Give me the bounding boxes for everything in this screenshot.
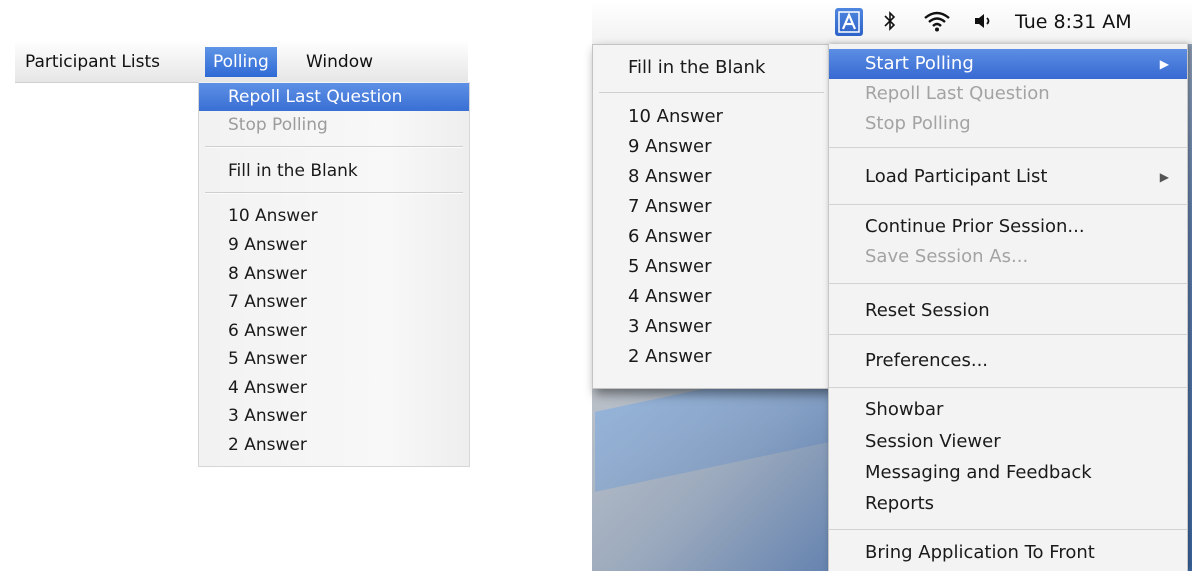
menu-separator [599, 92, 824, 93]
submenu-item-answer-4[interactable]: 4 Answer [593, 283, 830, 311]
menu-separator [205, 146, 463, 148]
menu-separator [829, 283, 1187, 284]
submenu-item-answer-10[interactable]: 10 Answer [593, 103, 830, 131]
menu-item-fill-in-the-blank[interactable]: Fill in the Blank [199, 157, 469, 185]
menu-item-answer-2[interactable]: 2 Answer [199, 431, 469, 459]
menu-item-save-session-as: Save Session As... [865, 246, 1029, 267]
app-status-icon[interactable] [835, 8, 863, 36]
submenu-item-answer-8[interactable]: 8 Answer [593, 163, 830, 191]
submenu-item-answer-2[interactable]: 2 Answer [593, 343, 830, 371]
menubar-clock[interactable]: Tue 8:31 AM [1015, 7, 1132, 37]
submenu-item-answer-9[interactable]: 9 Answer [593, 133, 830, 161]
submenu-arrow-icon: ▶ [1159, 57, 1169, 71]
app-status-menu: Start Polling ▶ Repoll Last Question Sto… [828, 44, 1188, 571]
menu-item-answer-7[interactable]: 7 Answer [199, 288, 469, 316]
menu-item-answer-10[interactable]: 10 Answer [199, 202, 469, 230]
menu-item-start-polling[interactable]: Start Polling ▶ [829, 49, 1187, 79]
status-menubar: Tue 8:31 AM [592, 0, 1192, 44]
menu-separator [829, 147, 1187, 148]
start-polling-submenu: Fill in the Blank 10 Answer 9 Answer 8 A… [592, 44, 831, 389]
menu-separator [829, 334, 1187, 335]
app-letter-icon [838, 11, 860, 33]
submenu-item-answer-6[interactable]: 6 Answer [593, 223, 830, 251]
menu-item-load-participant-list[interactable]: Load Participant List ▶ [829, 162, 1187, 192]
menu-item-messaging-and-feedback[interactable]: Messaging and Feedback [829, 458, 1187, 488]
submenu-item-answer-5[interactable]: 5 Answer [593, 253, 830, 281]
menu-item-reset-session[interactable]: Reset Session [829, 296, 1187, 326]
menu-item-stop-polling: Stop Polling [228, 115, 328, 135]
menu-item-session-viewer[interactable]: Session Viewer [829, 427, 1187, 457]
menu-item-answer-8[interactable]: 8 Answer [199, 260, 469, 288]
menu-item-label: Load Participant List [865, 166, 1048, 187]
submenu-item-fill-in-the-blank[interactable]: Fill in the Blank [593, 54, 830, 82]
menu-separator [205, 192, 463, 194]
menu-item-answer-4[interactable]: 4 Answer [199, 374, 469, 402]
submenu-item-answer-3[interactable]: 3 Answer [593, 313, 830, 341]
volume-icon[interactable] [972, 6, 996, 36]
menu-item-answer-9[interactable]: 9 Answer [199, 231, 469, 259]
menu-separator [829, 204, 1187, 205]
bluetooth-icon[interactable] [882, 6, 898, 36]
menu-item-answer-3[interactable]: 3 Answer [199, 402, 469, 430]
menu-item-showbar[interactable]: Showbar [829, 395, 1187, 425]
menu-item-label: Start Polling [865, 53, 974, 74]
menubar-item-participant-lists[interactable]: Participant Lists [17, 47, 168, 77]
menu-item-stop-polling: Stop Polling [865, 113, 971, 134]
menubar-item-window[interactable]: Window [298, 47, 381, 77]
menu-separator [829, 387, 1187, 388]
menu-item-continue-prior-session[interactable]: Continue Prior Session... [829, 212, 1187, 242]
menubar-item-polling[interactable]: Polling [205, 47, 277, 77]
polling-menu: Repoll Last Question Stop Polling Fill i… [198, 82, 470, 467]
wifi-icon[interactable] [922, 6, 952, 36]
menu-item-bring-application-to-front[interactable]: Bring Application To Front [829, 538, 1187, 568]
menu-item-answer-6[interactable]: 6 Answer [199, 317, 469, 345]
menu-item-answer-5[interactable]: 5 Answer [199, 345, 469, 373]
menu-separator [829, 529, 1187, 530]
menu-item-repoll-last-question: Repoll Last Question [865, 83, 1050, 104]
menu-item-reports[interactable]: Reports [829, 489, 1187, 519]
left-menubar: Participant Lists Polling Window [15, 40, 468, 83]
menu-item-preferences[interactable]: Preferences... [829, 346, 1187, 376]
submenu-item-answer-7[interactable]: 7 Answer [593, 193, 830, 221]
submenu-arrow-icon: ▶ [1159, 170, 1169, 184]
menu-item-repoll-last-question[interactable]: Repoll Last Question [199, 83, 469, 111]
